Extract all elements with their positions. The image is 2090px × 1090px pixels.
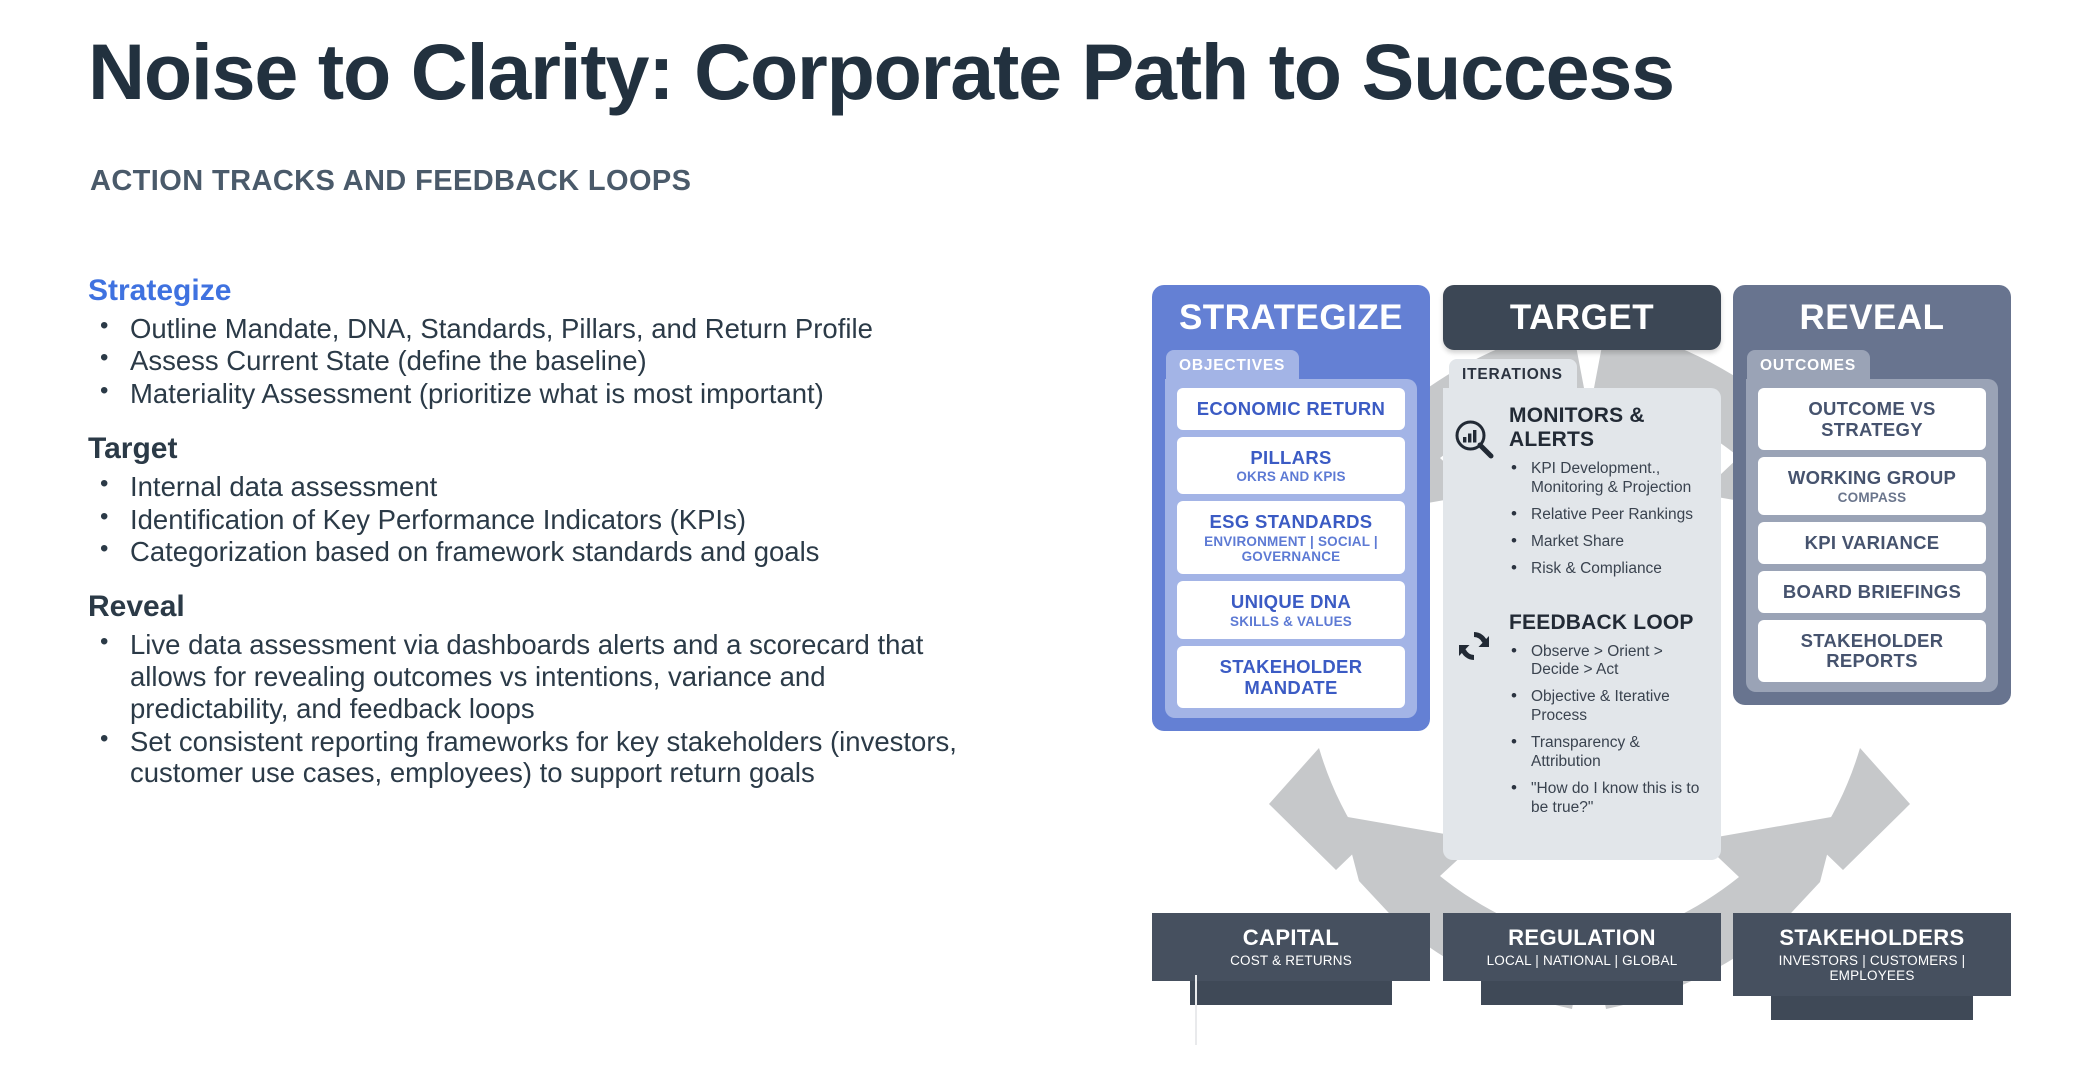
section-heading-reveal: Reveal [88, 590, 185, 624]
list-item: Materiality Assessment (prioritize what … [88, 377, 968, 410]
chip-subtitle: OKRS AND KPIS [1236, 469, 1346, 485]
reveal-chip-group: OUTCOME VS STRATEGY WORKING GROUP COMPAS… [1746, 379, 1998, 693]
strategize-panel: STRATEGIZE OBJECTIVES ECONOMIC RETURN PI… [1152, 285, 1430, 732]
decorative-divider [1195, 975, 1197, 1045]
list-item: Risk & Compliance [1509, 558, 1703, 579]
chip-title: KPI VARIANCE [1804, 532, 1940, 554]
reveal-header: REVEAL [1799, 298, 1945, 337]
target-group-content: FEEDBACK LOOP Observe > Orient > Decide … [1509, 611, 1703, 826]
section-heading-target: Target [88, 432, 178, 466]
footer-card-title: STAKEHOLDERS [1779, 925, 1965, 950]
page-subtitle: ACTION TRACKS AND FEEDBACK LOOPS [90, 165, 692, 197]
footer-card-body: STAKEHOLDERS INVESTORS | CUSTOMERS | EMP… [1733, 913, 2011, 1020]
footer-card-subtitle: LOCAL | NATIONAL | GLOBAL [1486, 953, 1678, 968]
column-target[interactable]: TARGET ITERATIONS MONITORS & ALERTS • KP… [1443, 285, 1721, 873]
footer-card-base [1190, 981, 1392, 1005]
footer-card-body: REGULATION LOCAL | NATIONAL | GLOBAL [1443, 913, 1721, 1005]
target-body: MONITORS & ALERTS KPI Development., Moni… [1443, 388, 1721, 860]
bullet-list-target: Internal data assessment Identification … [88, 470, 968, 569]
list-item: Market Share [1509, 531, 1703, 552]
chip-title: ECONOMIC RETURN [1196, 398, 1386, 419]
chip-unique-dna[interactable]: UNIQUE DNA SKILLS & VALUES [1177, 581, 1405, 639]
list-item: Observe > Orient > Decide > Act [1509, 641, 1703, 681]
footer-card-regulation[interactable]: REGULATION LOCAL | NATIONAL | GLOBAL [1443, 913, 1721, 1005]
target-group-list: Observe > Orient > Decide > Act Objectiv… [1509, 641, 1703, 818]
chip-outcome-vs-strategy[interactable]: OUTCOME VS STRATEGY [1758, 388, 1986, 451]
section-heading-strategize: Strategize [88, 274, 232, 307]
chip-kpi-variance[interactable]: KPI VARIANCE [1758, 522, 1986, 564]
footer-card-stakeholders[interactable]: STAKEHOLDERS INVESTORS | CUSTOMERS | EMP… [1733, 913, 2011, 1020]
footer-card-capital[interactable]: CAPITAL COST & RETURNS [1152, 913, 1430, 1005]
chip-title: ESG STANDARDS [1209, 511, 1373, 533]
footer-card-subtitle: COST & RETURNS [1230, 953, 1352, 968]
bullet-list-strategize: Outline Mandate, DNA, Standards, Pillars… [88, 312, 968, 411]
list-item: Identification of Key Performance Indica… [88, 503, 968, 536]
chip-title: UNIQUE DNA [1230, 591, 1352, 613]
strategize-header: STRATEGIZE [1178, 298, 1404, 337]
list-item: Internal data assessment [88, 470, 968, 503]
list-item: Objective & Iterative Process [1509, 686, 1703, 726]
target-tab-label: ITERATIONS [1449, 359, 1577, 390]
footer-card-body: CAPITAL COST & RETURNS [1152, 913, 1430, 1005]
bullet-list-reveal: Live data assessment via dashboards aler… [88, 628, 968, 790]
footer-card-title: CAPITAL [1242, 925, 1340, 950]
chip-title: OUTCOME VS STRATEGY [1808, 398, 1936, 440]
chip-title: PILLARS [1250, 446, 1332, 468]
footer-card-title: REGULATION [1508, 925, 1656, 950]
target-header: TARGET [1443, 285, 1721, 350]
list-item: Assess Current State (define the baselin… [88, 344, 968, 377]
strategize-tab-label: OBJECTIVES [1166, 350, 1300, 381]
list-item: Outline Mandate, DNA, Standards, Pillars… [88, 312, 968, 345]
chip-title: STAKEHOLDER REPORTS [1800, 629, 1944, 672]
chip-esg-standards[interactable]: ESG STANDARDS ENVIRONMENT | SOCIAL | GOV… [1177, 501, 1405, 575]
slide-root: Noise to Clarity: Corporate Path to Succ… [0, 0, 2090, 1090]
column-reveal[interactable]: REVEAL OUTCOMES OUTCOME VS STRATEGY WORK… [1733, 285, 2011, 706]
strategize-chip-group: ECONOMIC RETURN PILLARS OKRS AND KPIS ES… [1165, 379, 1417, 719]
column-strategize[interactable]: STRATEGIZE OBJECTIVES ECONOMIC RETURN PI… [1152, 285, 1430, 732]
list-item: Live data assessment via dashboards aler… [88, 628, 968, 725]
magnifier-chart-icon [1453, 404, 1499, 460]
reveal-tab-label: OUTCOMES [1747, 350, 1870, 381]
footer-card-base [1481, 981, 1683, 1005]
target-group-title: MONITORS & ALERTS [1509, 404, 1645, 451]
page-title: Noise to Clarity: Corporate Path to Succ… [88, 27, 1675, 116]
target-group-list: KPI Development., Monitoring & Projectio… [1509, 458, 1703, 579]
list-item: Set consistent reporting frameworks for … [88, 725, 968, 790]
refresh-loop-icon [1453, 611, 1499, 667]
list-item: Relative Peer Rankings [1509, 504, 1703, 525]
content-sections: Strategize Outline Mandate, DNA, Standar… [88, 272, 968, 790]
chip-working-group[interactable]: WORKING GROUP COMPASS [1758, 457, 1986, 516]
footer-card-subtitle: INVESTORS | CUSTOMERS | EMPLOYEES [1778, 953, 1966, 983]
target-group-title: FEEDBACK LOOP [1509, 610, 1694, 634]
chip-stakeholder-mandate[interactable]: STAKEHOLDER MANDATE [1177, 645, 1405, 709]
chip-subtitle: COMPASS [1837, 490, 1907, 506]
list-item: Transparency & Attribution [1509, 732, 1703, 772]
chip-title: BOARD BRIEFINGS [1782, 580, 1962, 602]
chip-board-briefings[interactable]: BOARD BRIEFINGS [1758, 570, 1986, 613]
chip-economic-return[interactable]: ECONOMIC RETURN [1177, 388, 1405, 430]
reveal-panel: REVEAL OUTCOMES OUTCOME VS STRATEGY WORK… [1733, 285, 2011, 706]
list-item: Categorization based on framework standa… [88, 535, 968, 568]
list-item: "How do I know this is to be true?" [1509, 778, 1703, 818]
target-group-content: MONITORS & ALERTS KPI Development., Moni… [1509, 404, 1703, 587]
chip-subtitle: ENVIRONMENT | SOCIAL | GOVERNANCE [1204, 534, 1378, 565]
chip-title: WORKING GROUP [1787, 467, 1957, 489]
chip-title: STAKEHOLDER MANDATE [1219, 655, 1363, 698]
list-item: KPI Development., Monitoring & Projectio… [1509, 458, 1703, 498]
chip-pillars[interactable]: PILLARS OKRS AND KPIS [1177, 436, 1405, 495]
chip-subtitle: SKILLS & VALUES [1229, 613, 1352, 629]
process-cycle-diagram: STRATEGIZE OBJECTIVES ECONOMIC RETURN PI… [1098, 268, 2090, 1068]
target-panel: TARGET ITERATIONS MONITORS & ALERTS • KP… [1443, 285, 1721, 873]
target-group-monitors: MONITORS & ALERTS KPI Development., Moni… [1453, 404, 1703, 587]
footer-card-base [1771, 996, 1973, 1020]
chip-stakeholder-reports[interactable]: STAKEHOLDER REPORTS [1758, 619, 1986, 683]
target-group-feedback: FEEDBACK LOOP Observe > Orient > Decide … [1453, 611, 1703, 826]
